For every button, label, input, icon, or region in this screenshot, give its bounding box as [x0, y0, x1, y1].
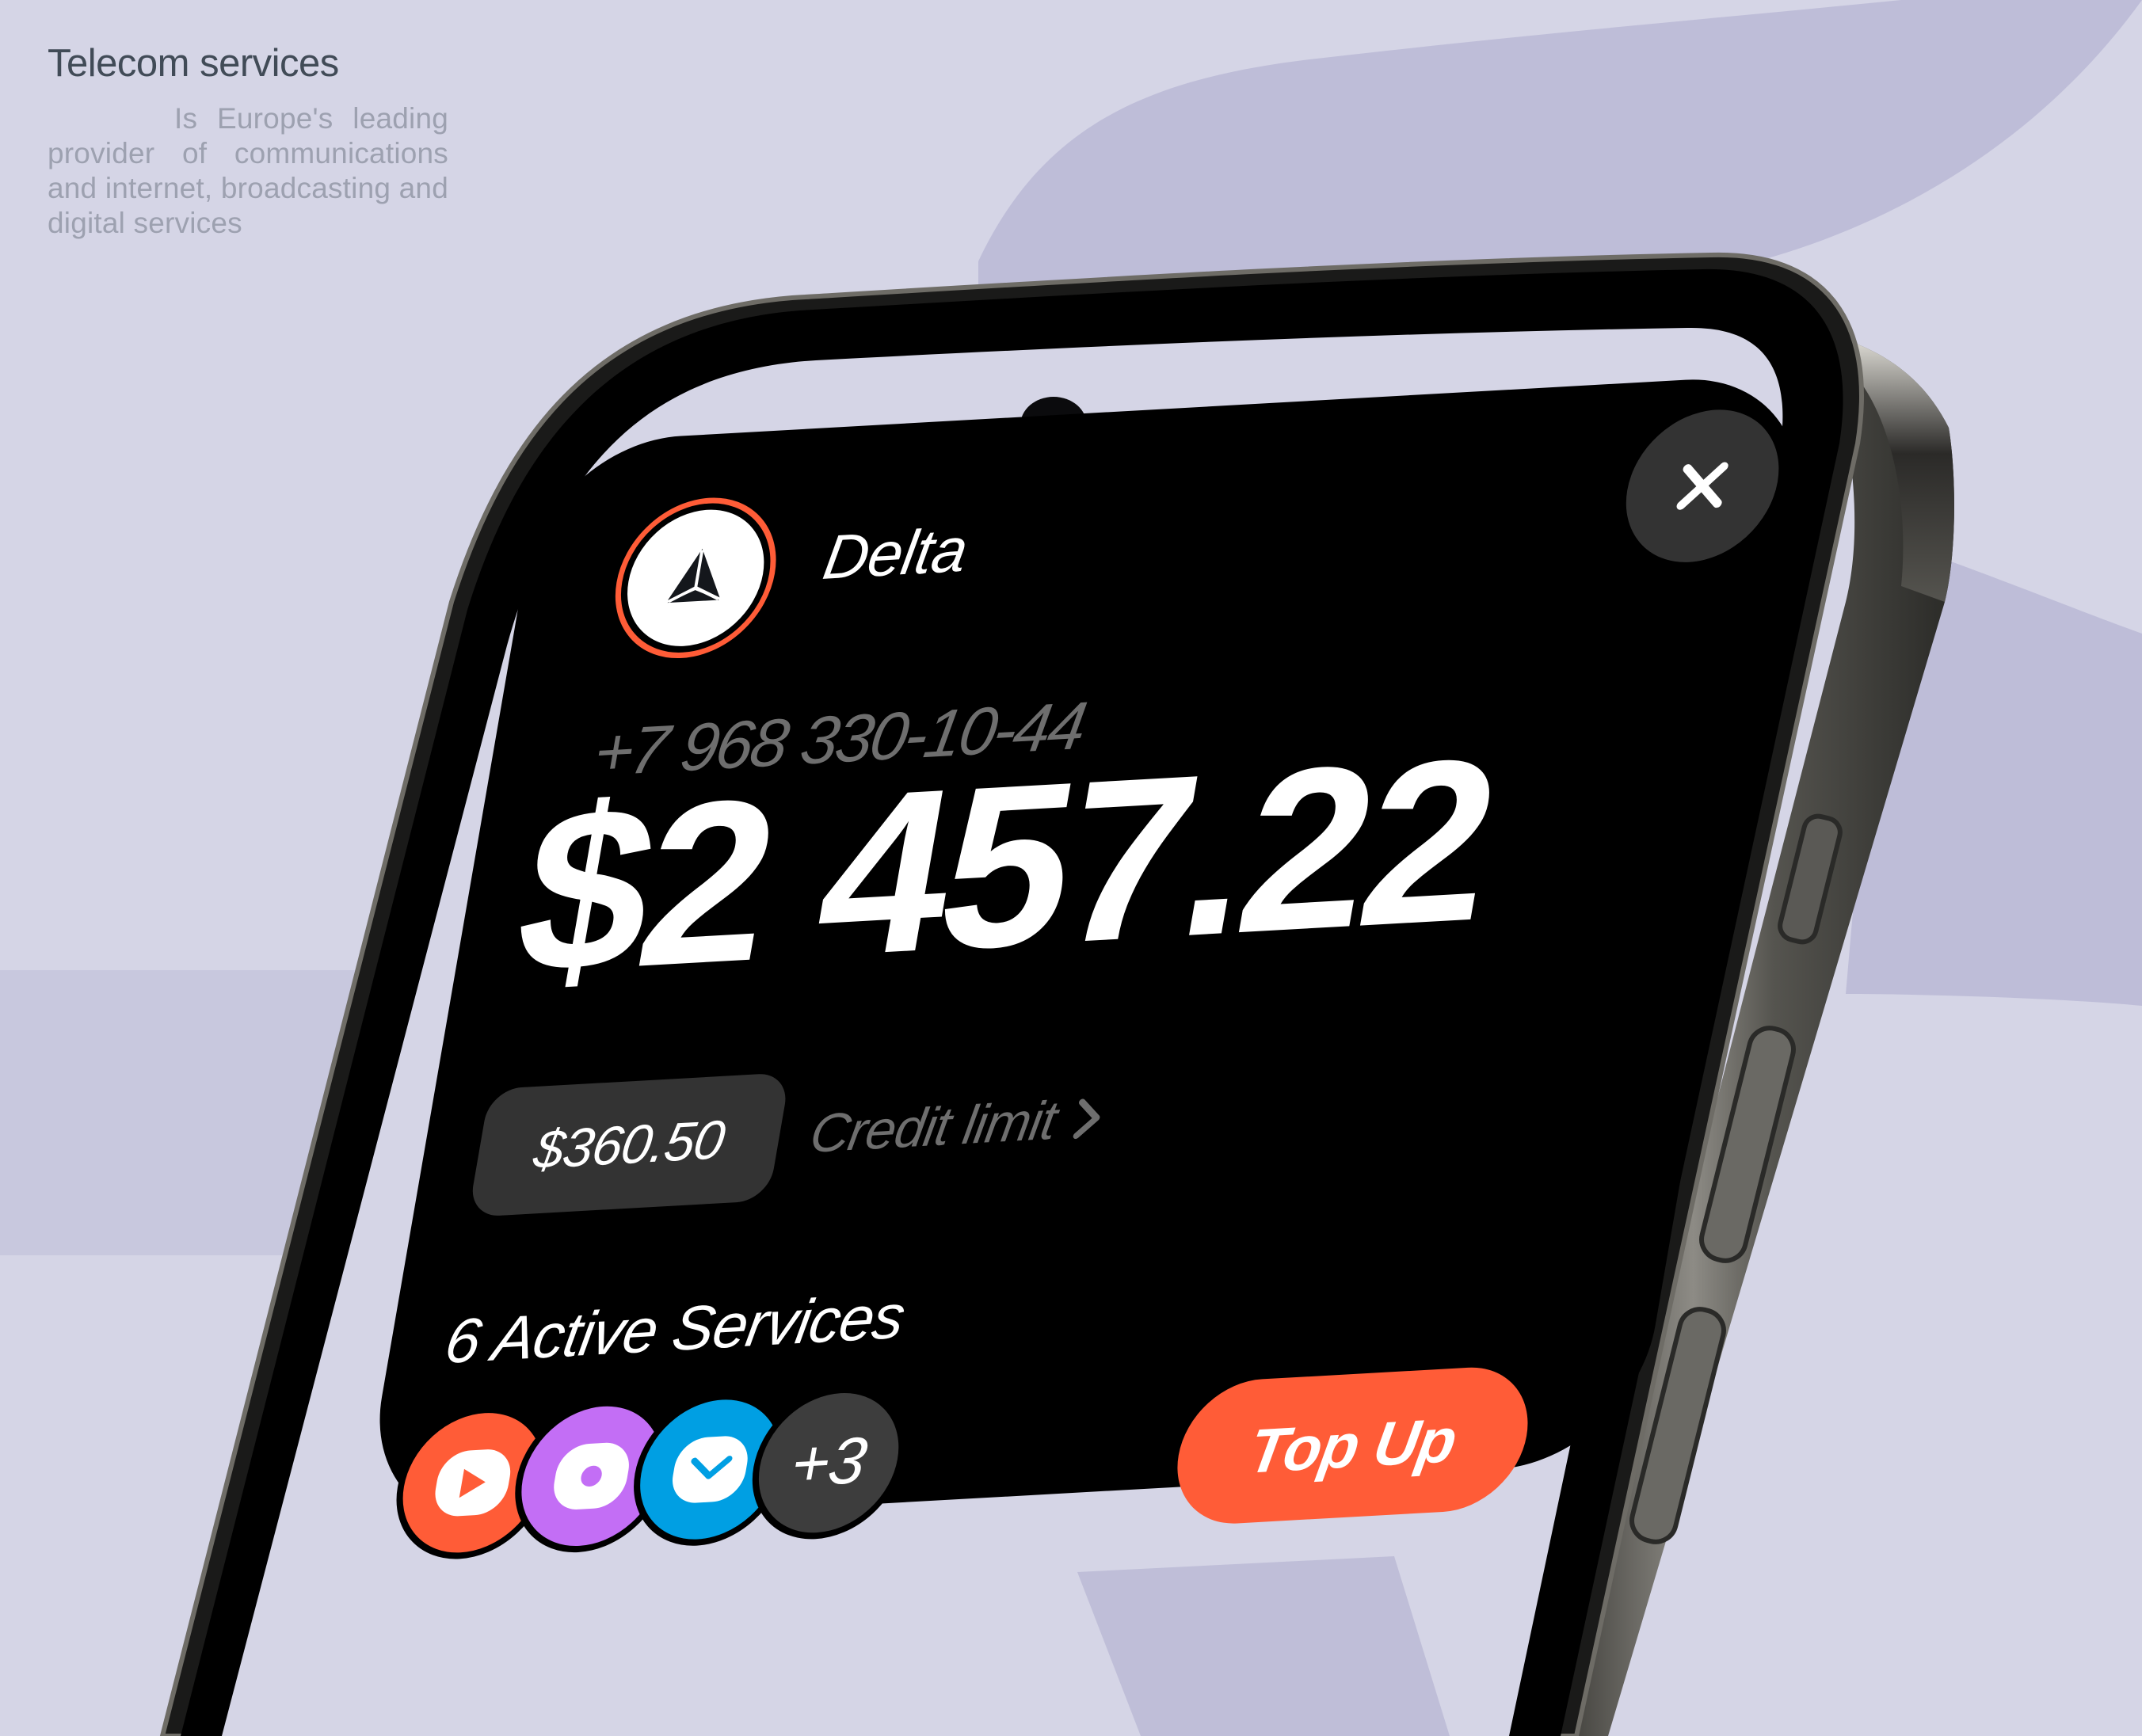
- service-icons: +3: [383, 1380, 965, 1570]
- balance-widget: Delta +7 968 330-10-44 $2 457.22 $360.50…: [358, 372, 1820, 1563]
- credit-limit-link[interactable]: Credit limit: [806, 1087, 1107, 1165]
- active-services-title: 6 Active Services: [440, 1281, 910, 1377]
- mail-icon: [691, 1456, 733, 1479]
- close-button[interactable]: [1614, 405, 1791, 567]
- chevron-right-icon: [1073, 1098, 1100, 1140]
- delta-logo: [602, 493, 789, 663]
- delta-triangle-icon: [666, 549, 720, 603]
- disc-icon: [581, 1465, 602, 1487]
- brand-name: Delta: [818, 514, 973, 593]
- screen-shadow-band: [1077, 1556, 1450, 1736]
- close-icon: [1676, 462, 1728, 510]
- credit-amount-badge: $360.50: [467, 1072, 791, 1218]
- credit-limit-label: Credit limit: [806, 1090, 1061, 1165]
- play-icon: [459, 1468, 486, 1498]
- more-services-count: +3: [785, 1423, 872, 1502]
- balance-amount: $2 457.22: [501, 709, 1510, 1023]
